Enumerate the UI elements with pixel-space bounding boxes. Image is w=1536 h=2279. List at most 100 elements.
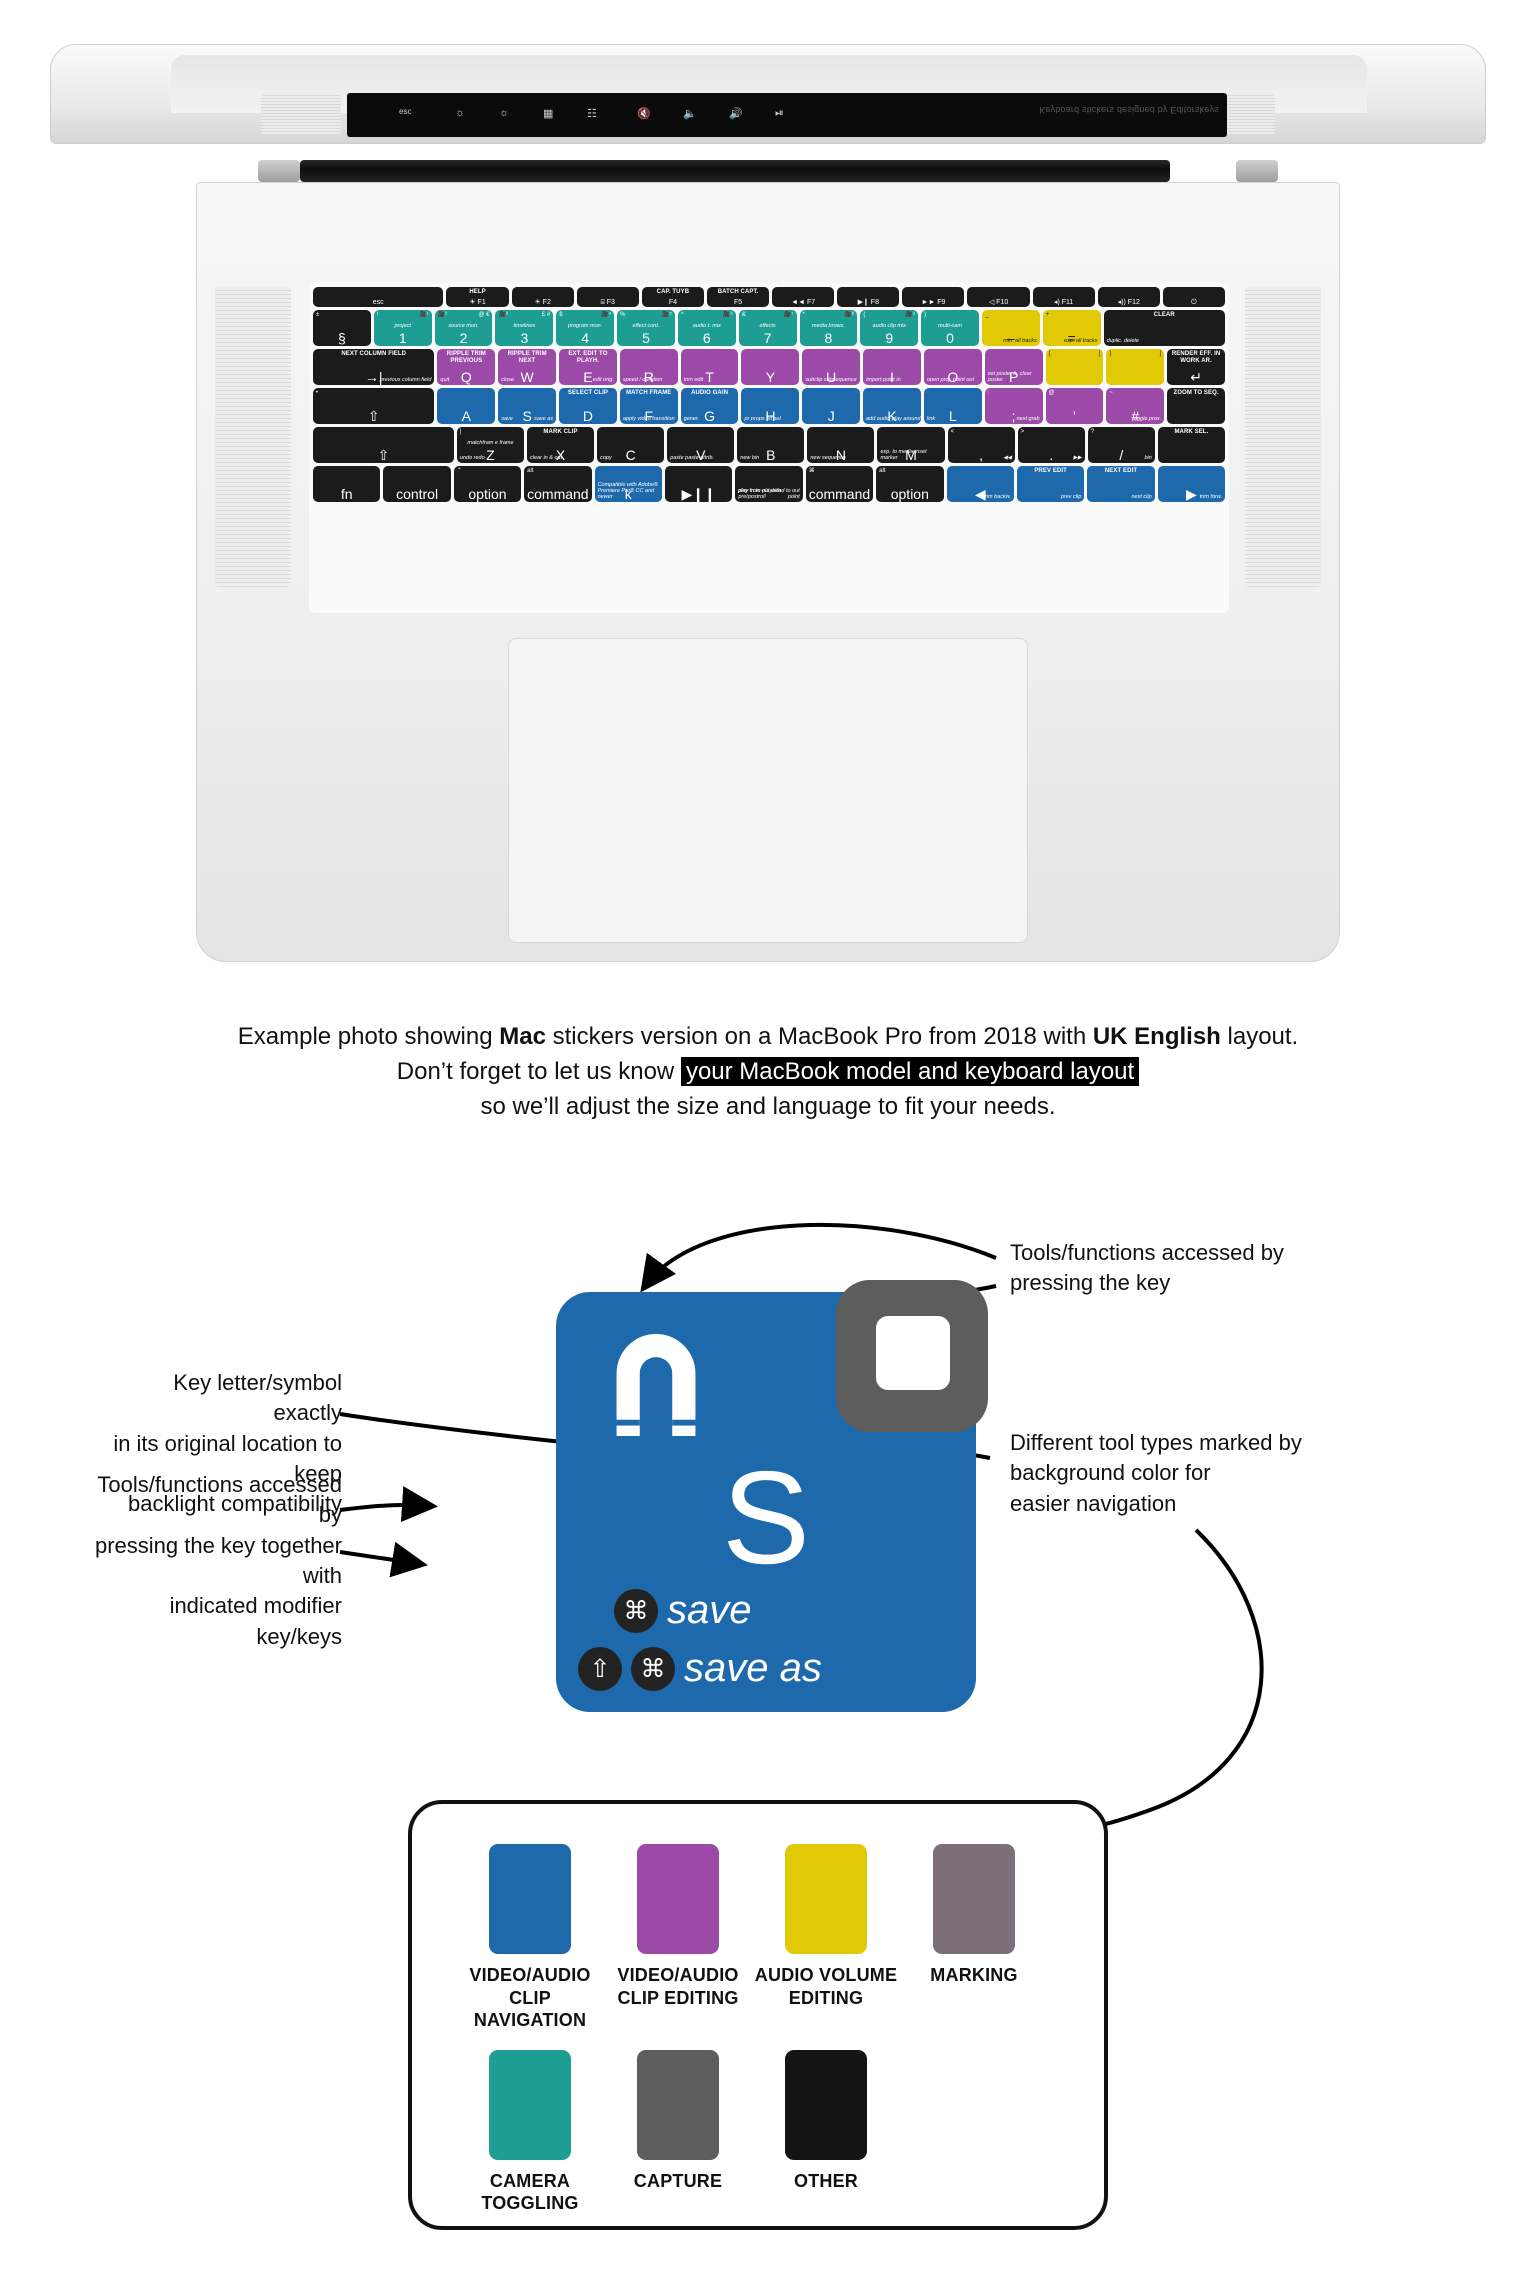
annotation-right-lower: Different tool types marked by backgroun… [1010, 1430, 1302, 1516]
keyboard-key[interactable]: paste paste attrib. V [667, 427, 735, 463]
keyboard-key[interactable]: ☀ F2 [511, 287, 574, 307]
keyboard-key[interactable]: PREV EDIT prev clip [1016, 466, 1085, 502]
keyboard-key[interactable]: BATCH CAPT. F5 [706, 287, 770, 307]
keyboard-key[interactable]: Compatible with Adobe® Premiere Pro® CC … [594, 466, 662, 502]
keyboard-key[interactable]: esc [313, 287, 444, 307]
key-legend: 7 [763, 330, 772, 346]
keyboard-key[interactable]: exp. to media inset marker M [877, 427, 945, 463]
keyboard-key[interactable]: ) multi-cam 0 [921, 310, 979, 346]
key-top-left-label: ~ [1109, 390, 1113, 396]
keyboard-key[interactable]: ◁ F10 [967, 287, 1030, 307]
keyboard-key[interactable]: @ ' [1045, 388, 1104, 424]
keyboard-key[interactable]: ⏻ [1162, 287, 1225, 307]
key-legend: command [808, 486, 871, 502]
keyboard-key[interactable]: < ◀◀, [947, 427, 1015, 463]
keyboard-key[interactable]: ZOOM TO SEQ. [1167, 388, 1225, 424]
keyboard-key[interactable]: trim edit T [680, 349, 739, 385]
keyboard-key[interactable]: copy C [597, 427, 665, 463]
keyboard-key[interactable]: play in to out with pre/postroll play fro… [735, 466, 803, 502]
keyboard-key[interactable]: save save as S [498, 388, 557, 424]
keyboard-key[interactable]: ⌸ F3 [576, 287, 639, 307]
keyboard-key[interactable]: ! 🎥¹ project 1 [373, 310, 432, 346]
keyboard-key[interactable]: EXT. EDIT TO PLAYH. edit orig. E [559, 349, 617, 385]
keyboard-key[interactable]: trim backw. ◀ [946, 466, 1014, 502]
keyboard-key[interactable]: NEXT COLUMN FIELD previous column field →| [313, 349, 435, 385]
keyboard-key[interactable]: ▶❙ F8 [837, 287, 900, 307]
keyboard-key[interactable]: ⇧ [313, 427, 454, 463]
key-legend: X [555, 447, 566, 463]
keyboard-key[interactable]: ~ toggle prox. # [1106, 388, 1165, 424]
keyboard-key[interactable]: J [802, 388, 861, 424]
legend-color-swatch [637, 2049, 719, 2160]
caption-highlight: your MacBook model and keyboard layout [680, 1056, 1140, 1086]
keyboard-key[interactable]: speed / duration R [619, 349, 678, 385]
keyboard-key[interactable]: ^ 🎥⁶ audio t. mix 6 [677, 310, 736, 346]
keyboard-key[interactable]: }] [1106, 349, 1165, 385]
keyboard-key[interactable]: (🎥⁹ audio clip mix 9 [860, 310, 919, 346]
keyboard-key[interactable]: RENDER EFF. IN WORK AR. ↵ [1167, 349, 1225, 385]
keyboard-key[interactable]: add audio play around K [863, 388, 921, 424]
keyboard-key[interactable]: $ 🎥⁴ program mon. 4 [556, 310, 615, 346]
key-legend: ◁ F10 [988, 299, 1009, 306]
keyboard-key[interactable]: • ⇧ [313, 388, 435, 424]
keyboard-key[interactable]: _ min. all tracks – [981, 310, 1040, 346]
keyboard-key[interactable]: MARK SEL. [1157, 427, 1225, 463]
keyboard-key[interactable]: NEXT EDIT next clip [1087, 466, 1155, 502]
keyboard-key[interactable]: > ▶▶. [1017, 427, 1085, 463]
keyboard-key[interactable]: ◂) F11 [1032, 287, 1095, 307]
launchpad-icon: ▦ [543, 108, 554, 120]
key-middle-label: effect cont. [632, 323, 660, 329]
keyboard-key[interactable]: ◄◄ F7 [772, 287, 835, 307]
keyboard-key[interactable]: subclip subsequence U [802, 349, 861, 385]
keyboard-key[interactable]: fn [313, 466, 381, 502]
keyboard-key[interactable]: RIPPLE TRIM NEXT close W [498, 349, 557, 385]
keyboard-key[interactable]: ◂)) F12 [1097, 287, 1160, 307]
keyboard-key[interactable]: MARK CLIP clear in & out X [527, 427, 595, 463]
keyboard-key[interactable]: ▶❙❙ [664, 466, 733, 502]
keyboard-key[interactable]: CAP. TUYB F4 [641, 287, 704, 307]
keyboard-key[interactable]: import point in I [863, 349, 921, 385]
legend-color-swatch [785, 1844, 867, 1954]
keyboard-key[interactable]: ►► F9 [902, 287, 965, 307]
keyboard-key[interactable]: % 🎥⁵ effect cont. 5 [617, 310, 675, 346]
keyboard-key[interactable]: Y [741, 349, 800, 385]
keyboard-key[interactable]: trim forw. ▶ [1157, 466, 1226, 502]
keyboard-key[interactable]: alt command [524, 466, 592, 502]
keyboard-key[interactable]: 🎥³ £ # timelines 3 [495, 310, 554, 346]
keyboard-key[interactable]: pr props fst sel. H [741, 388, 800, 424]
keyboard-key[interactable]: MATCH FRAME apply video transition F [619, 388, 678, 424]
keyboard-key[interactable]: | matchfram e frame undo redo Z [456, 427, 524, 463]
keyboard-key[interactable]: : next grab; [984, 388, 1043, 424]
keyboard-key[interactable]: SELECT CLIP D [559, 388, 617, 424]
key-top-left-label: ⌃ [456, 468, 462, 474]
keyboard-key[interactable]: set poster fr. clear poster P [984, 349, 1043, 385]
keyboard-key[interactable]: {[ [1045, 349, 1104, 385]
keyboard-key[interactable]: A [437, 388, 496, 424]
keyboard-key[interactable]: CLEAR duplic. delete [1103, 310, 1225, 346]
key-legend: B [766, 447, 776, 463]
keyboard-key[interactable]: AUDIO GAIN gener. G [680, 388, 739, 424]
keyboard-key[interactable]: ⌃ option [453, 466, 522, 502]
keyboard-key[interactable]: new bin B [737, 427, 805, 463]
key-caption: AUDIO GAIN [691, 390, 729, 396]
keyboard-key[interactable]: & 🎥⁷ effects 7 [738, 310, 797, 346]
keyboard-key[interactable]: HELP ☀ F1 [446, 287, 509, 307]
keyboard-key[interactable]: ± § [313, 310, 371, 346]
keyboard-key[interactable]: * 🎥⁸ media brows. 8 [799, 310, 858, 346]
key-legend: G [704, 408, 715, 424]
keyboard-key[interactable]: RIPPLE TRIM PREVIOUS quit Q [437, 349, 496, 385]
color-legend: VIDEO/AUDIO CLIP NAVIGATION VIDEO/AUDIO C… [408, 1800, 1108, 2230]
keyboard-key[interactable]: + exp. all tracks = [1042, 310, 1101, 346]
keyboard-key[interactable]: alt option [876, 466, 944, 502]
keyboard-key[interactable]: 🎥² @ € source mon. 2 [434, 310, 493, 346]
key-legend: ⇧ [377, 447, 390, 463]
keyboard-key[interactable]: new sequence N [807, 427, 875, 463]
keyboard-key[interactable]: link L [923, 388, 982, 424]
brightness-down-icon: ☼ [455, 107, 466, 119]
keyboard-key[interactable]: ⌘ command [805, 466, 874, 502]
key-legend: fn [340, 486, 353, 502]
trackpad[interactable] [508, 638, 1028, 943]
keyboard-key[interactable]: control [383, 466, 451, 502]
keyboard-key[interactable]: open proj. point out O [923, 349, 982, 385]
keyboard-key[interactable]: ? bin / [1087, 427, 1155, 463]
